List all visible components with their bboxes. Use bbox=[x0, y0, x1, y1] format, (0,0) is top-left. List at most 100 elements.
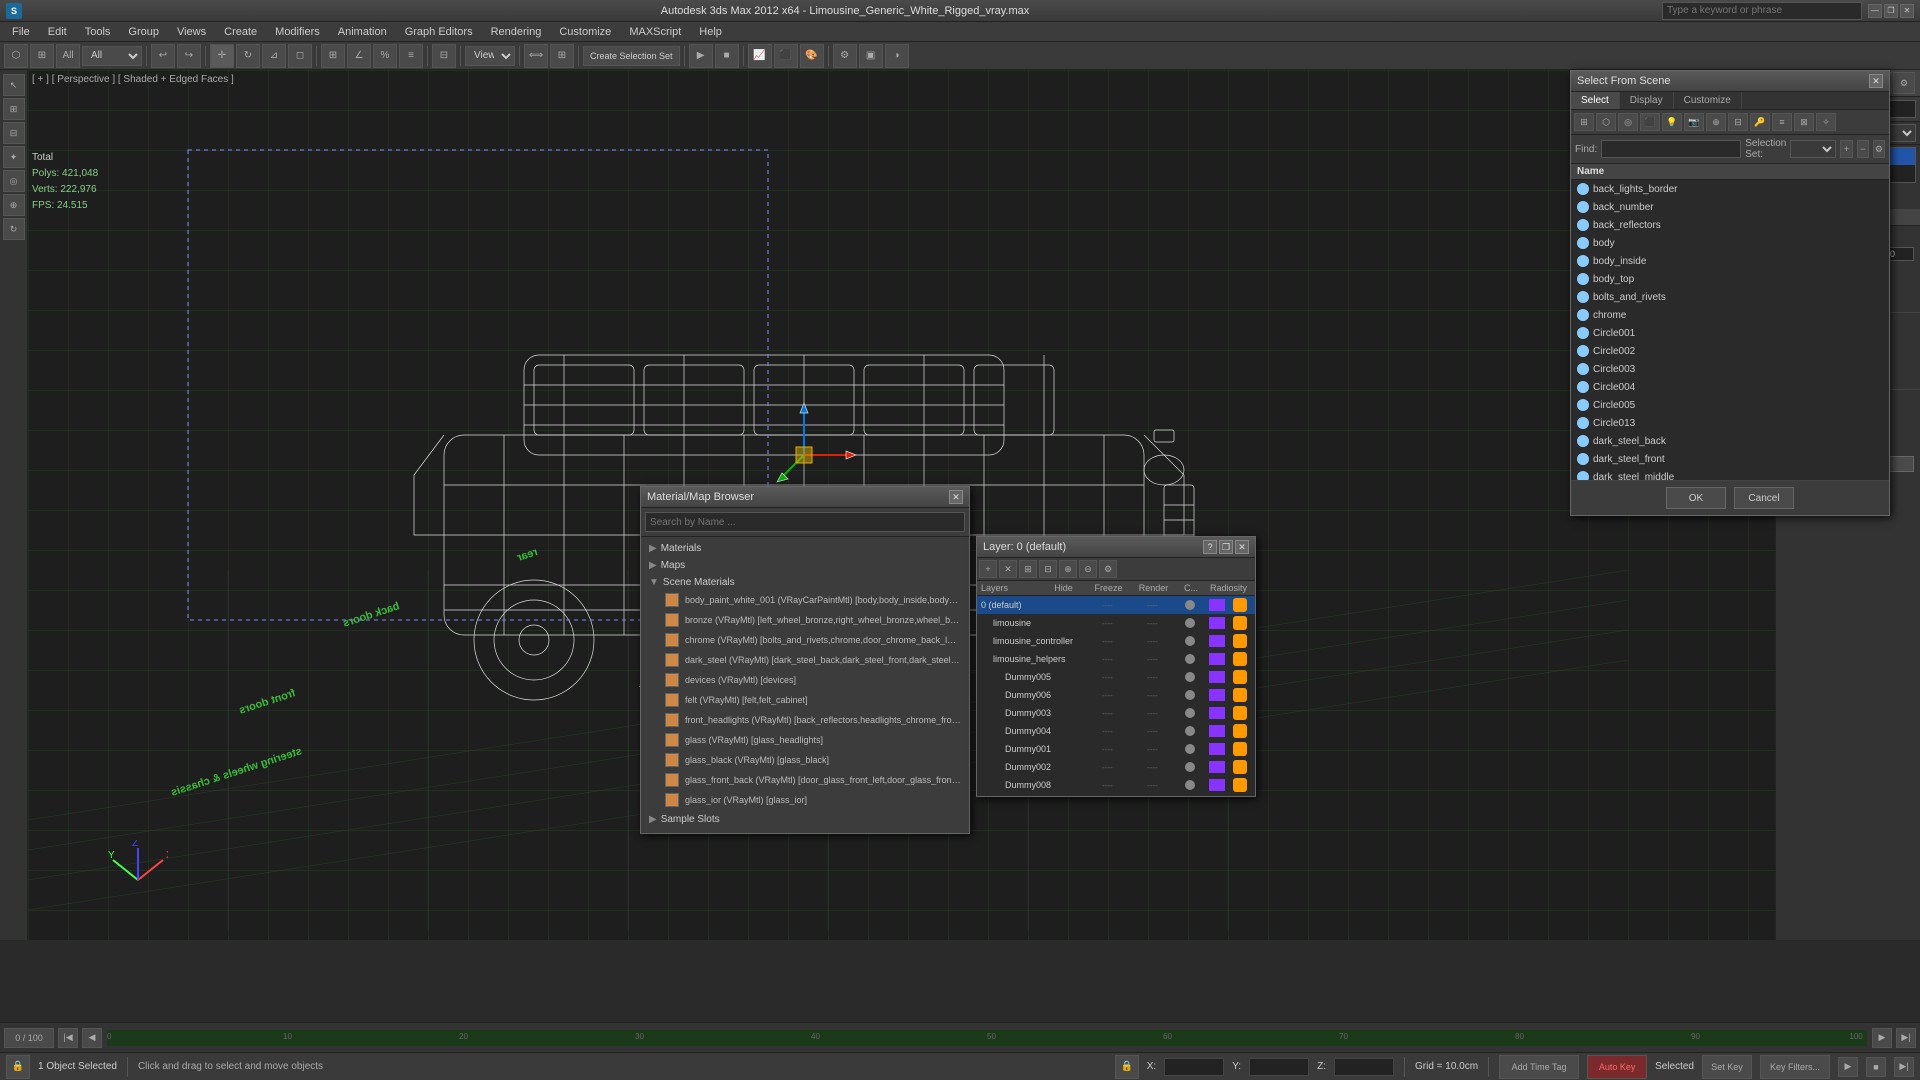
lm-titlebar[interactable]: Layer: 0 (default) ? ❐ ✕ bbox=[977, 537, 1255, 558]
mat-maps-header[interactable]: ▶ Maps bbox=[645, 558, 965, 573]
mat-close-btn[interactable]: ✕ bbox=[949, 490, 963, 504]
create-selection-set-btn[interactable]: Create Selection Set bbox=[583, 46, 680, 66]
lm-item[interactable]: limousine_helpers-------- bbox=[977, 650, 1255, 668]
mat-item[interactable]: glass_front_back (VRayMtl) [door_glass_f… bbox=[661, 770, 965, 790]
all-btn[interactable]: All bbox=[56, 44, 80, 68]
lm-item[interactable]: Dummy007-------- bbox=[977, 794, 1255, 796]
sfs-item[interactable]: bolts_and_rivets bbox=[1571, 288, 1889, 306]
menu-modifiers[interactable]: Modifiers bbox=[267, 24, 328, 40]
mat-search-input[interactable] bbox=[645, 512, 965, 532]
lm-item[interactable]: 0 (default)-------- bbox=[977, 596, 1255, 614]
mat-item[interactable]: glass_black (VRayMtl) [glass_black] bbox=[661, 750, 965, 770]
menu-edit[interactable]: Edit bbox=[40, 24, 75, 40]
lm-item[interactable]: Dummy005-------- bbox=[977, 668, 1255, 686]
lm-item[interactable]: Dummy008-------- bbox=[977, 776, 1255, 794]
status-lock-btn[interactable]: 🔒 bbox=[6, 1055, 30, 1079]
utilities-panel-tab[interactable]: ⚙ bbox=[1893, 72, 1915, 94]
place-btn[interactable]: ◻ bbox=[288, 44, 312, 68]
sfs-cancel-btn[interactable]: Cancel bbox=[1734, 487, 1794, 509]
mat-item[interactable]: dark_steel (VRayMtl) [dark_steel_back,da… bbox=[661, 650, 965, 670]
sfs-item[interactable]: Circle001 bbox=[1571, 324, 1889, 342]
spinner-snap-btn[interactable]: ≡ bbox=[399, 44, 423, 68]
sfs-btn-5[interactable]: 💡 bbox=[1662, 113, 1682, 131]
undo-btn[interactable]: ↩ bbox=[151, 44, 175, 68]
scale-btn[interactable]: ⊿ bbox=[262, 44, 286, 68]
y-input[interactable] bbox=[1249, 1058, 1309, 1076]
sfs-tab-select[interactable]: Select bbox=[1571, 92, 1620, 109]
sfs-selection-set-dropdown[interactable] bbox=[1790, 140, 1836, 158]
sfs-btn-2[interactable]: ⬡ bbox=[1596, 113, 1616, 131]
percent-snap-btn[interactable]: % bbox=[373, 44, 397, 68]
restore-button[interactable]: ❐ bbox=[1884, 4, 1898, 18]
lm-expand-all-btn[interactable]: ⊕ bbox=[1059, 560, 1077, 578]
mat-editor-btn[interactable]: 🎨 bbox=[800, 44, 824, 68]
redo-btn[interactable]: ↪ bbox=[177, 44, 201, 68]
menu-help[interactable]: Help bbox=[691, 24, 730, 40]
curve-editor-btn[interactable]: 📈 bbox=[748, 44, 772, 68]
sfs-titlebar[interactable]: Select From Scene ✕ bbox=[1571, 71, 1889, 92]
align-btn[interactable]: ⊟ bbox=[432, 44, 456, 68]
lm-item[interactable]: limousine-------- bbox=[977, 614, 1255, 632]
minimize-button[interactable]: — bbox=[1868, 4, 1882, 18]
z-input[interactable] bbox=[1334, 1058, 1394, 1076]
close-button[interactable]: ✕ bbox=[1900, 4, 1914, 18]
sfs-item[interactable]: body bbox=[1571, 234, 1889, 252]
sfs-item[interactable]: body_inside bbox=[1571, 252, 1889, 270]
mat-item[interactable]: devices (VRayMtl) [devices] bbox=[661, 670, 965, 690]
view-dropdown[interactable]: View bbox=[465, 46, 515, 66]
lock-selection-btn[interactable]: 🔒 bbox=[1115, 1055, 1139, 1079]
lm-item[interactable]: Dummy001-------- bbox=[977, 740, 1255, 758]
sfs-item[interactable]: back_reflectors bbox=[1571, 216, 1889, 234]
sfs-btn-3[interactable]: ◎ bbox=[1618, 113, 1638, 131]
sfs-ss-btn-3[interactable]: ⚙ bbox=[1873, 140, 1885, 158]
align-view-btn[interactable]: ⊞ bbox=[550, 44, 574, 68]
sfs-item[interactable]: Circle005 bbox=[1571, 396, 1889, 414]
select-btn[interactable]: ⬡ bbox=[4, 44, 28, 68]
lt-btn-4[interactable]: ✦ bbox=[3, 146, 25, 168]
lm-select-from-layer-btn[interactable]: ⊟ bbox=[1039, 560, 1057, 578]
sfs-item[interactable]: dark_steel_back bbox=[1571, 432, 1889, 450]
lm-item[interactable]: Dummy004-------- bbox=[977, 722, 1255, 740]
sfs-btn-10[interactable]: ≡ bbox=[1772, 113, 1792, 131]
sfs-list[interactable]: back_lights_borderback_numberback_reflec… bbox=[1571, 180, 1889, 480]
lm-help-btn[interactable]: ? bbox=[1203, 540, 1217, 554]
lt-btn-6[interactable]: ⊕ bbox=[3, 194, 25, 216]
select-region-btn[interactable]: ⊞ bbox=[30, 44, 54, 68]
play-btn[interactable]: ▶ bbox=[689, 44, 713, 68]
autokey-btn[interactable]: Auto Key bbox=[1587, 1055, 1647, 1079]
lm-add-selected-btn[interactable]: ⊞ bbox=[1019, 560, 1037, 578]
mat-item[interactable]: bronze (VRayMtl) [left_wheel_bronze,righ… bbox=[661, 610, 965, 630]
menu-views[interactable]: Views bbox=[169, 24, 214, 40]
mat-sample-slots-header[interactable]: ▶ Sample Slots bbox=[645, 812, 965, 827]
menu-animation[interactable]: Animation bbox=[330, 24, 395, 40]
sfs-item[interactable]: chrome bbox=[1571, 306, 1889, 324]
sfs-item[interactable]: back_lights_border bbox=[1571, 180, 1889, 198]
schematic-btn[interactable]: ⬛ bbox=[774, 44, 798, 68]
mat-item[interactable]: felt (VRayMtl) [felt,felt_cabinet] bbox=[661, 690, 965, 710]
sfs-ok-btn[interactable]: OK bbox=[1666, 487, 1726, 509]
menu-graph-editors[interactable]: Graph Editors bbox=[397, 24, 481, 40]
mat-item[interactable]: front_headlights (VRayMtl) [back_reflect… bbox=[661, 710, 965, 730]
lt-btn-7[interactable]: ↻ bbox=[3, 218, 25, 240]
sfs-item[interactable]: Circle004 bbox=[1571, 378, 1889, 396]
lm-item[interactable]: Dummy002-------- bbox=[977, 758, 1255, 776]
activeshade-btn[interactable]: ◑ bbox=[885, 44, 909, 68]
search-input[interactable] bbox=[1662, 2, 1862, 20]
mat-scene-materials-header[interactable]: ▼ Scene Materials bbox=[645, 575, 965, 590]
lm-item[interactable]: Dummy006-------- bbox=[977, 686, 1255, 704]
angle-snap-btn[interactable]: ∠ bbox=[347, 44, 371, 68]
sfs-item[interactable]: Circle013 bbox=[1571, 414, 1889, 432]
menu-tools[interactable]: Tools bbox=[77, 24, 119, 40]
mat-item[interactable]: chrome (VRayMtl) [bolts_and_rivets,chrom… bbox=[661, 630, 965, 650]
sfs-item[interactable]: back_number bbox=[1571, 198, 1889, 216]
tl-prev-btn[interactable]: ◀ bbox=[82, 1028, 102, 1048]
lm-new-layer-btn[interactable]: + bbox=[979, 560, 997, 578]
next-frame-btn[interactable]: ▶| bbox=[1894, 1057, 1914, 1077]
sfs-btn-6[interactable]: 📷 bbox=[1684, 113, 1704, 131]
sfs-item[interactable]: dark_steel_front bbox=[1571, 450, 1889, 468]
add-time-tag-btn[interactable]: Add Time Tag bbox=[1499, 1055, 1579, 1079]
lm-properties-btn[interactable]: ⚙ bbox=[1099, 560, 1117, 578]
iterations-input[interactable] bbox=[1886, 247, 1914, 261]
lm-list[interactable]: 0 (default)--------limousine-------- limo… bbox=[977, 596, 1255, 796]
sfs-btn-1[interactable]: ⊞ bbox=[1574, 113, 1594, 131]
